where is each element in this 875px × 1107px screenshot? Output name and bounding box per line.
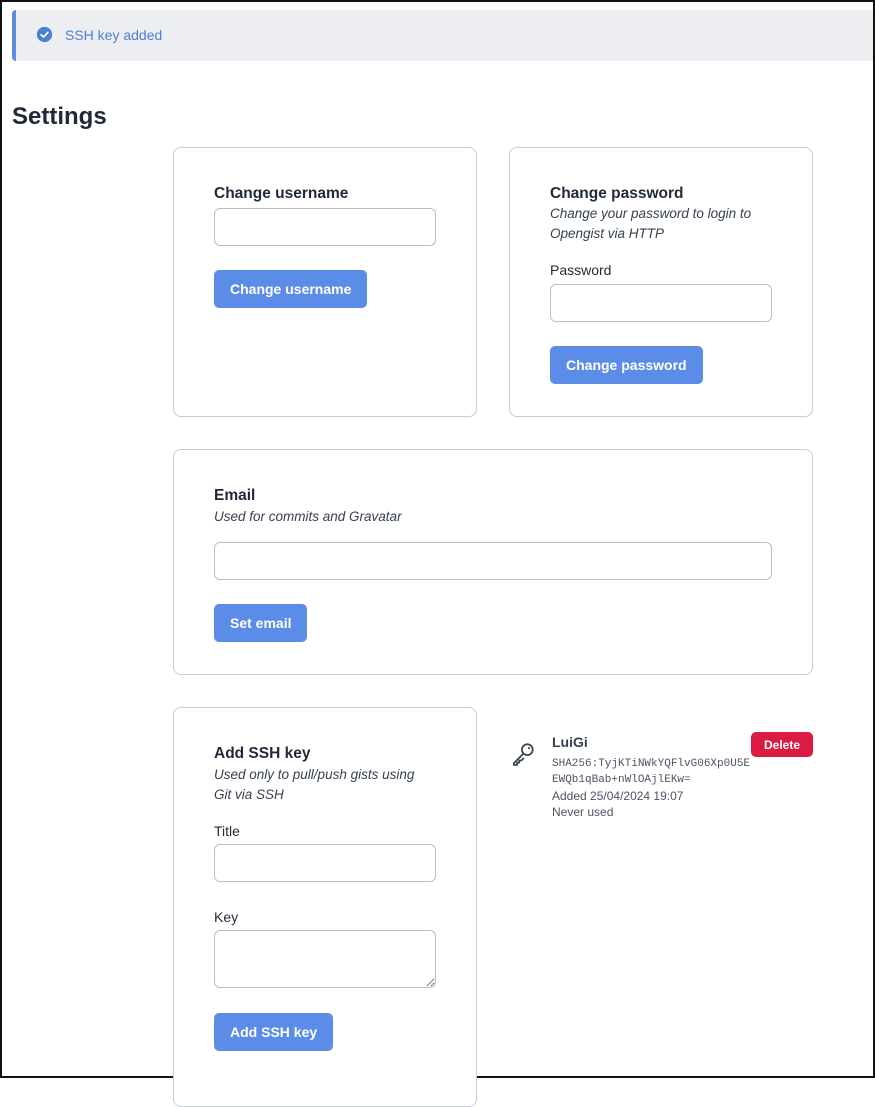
change-password-heading: Change password [550, 185, 684, 202]
ssh-title-label: Title [214, 823, 240, 839]
add-ssh-key-heading: Add SSH key [214, 745, 311, 762]
ssh-key-textarea[interactable] [214, 930, 436, 988]
ssh-key-fingerprint: SHA256:TyjKTiNWkYQFlvG06Xp0U5EEWQb1qBab+… [552, 758, 751, 786]
email-input[interactable] [214, 542, 772, 580]
add-ssh-key-description: Used only to pull/push gists using Git v… [214, 767, 415, 802]
email-card: Email Used for commits and Gravatar Set … [173, 449, 813, 675]
key-icon [512, 743, 534, 766]
ssh-key-title: LuiGi [552, 734, 588, 750]
ssh-key-label: Key [214, 909, 239, 925]
flash-message-text: SSH key added [65, 27, 163, 43]
page-title: Settings [12, 103, 107, 130]
password-label: Password [550, 262, 612, 278]
ssh-key-last-used: Never used [552, 805, 614, 819]
change-password-button[interactable]: Change password [550, 346, 703, 384]
flash-message: SSH key added [12, 10, 873, 61]
change-username-heading: Change username [214, 185, 349, 202]
ssh-key-item: LuiGi SHA256:TyjKTiNWkYQFlvG06Xp0U5EEWQb… [508, 731, 818, 831]
email-description: Used for commits and Gravatar [214, 509, 402, 524]
change-password-card: Change password Change your password to … [509, 147, 813, 417]
email-heading: Email [214, 487, 256, 504]
add-ssh-key-card: Add SSH key Used only to pull/push gists… [173, 707, 477, 1107]
ssh-title-input[interactable] [214, 844, 436, 882]
ssh-key-added-date: Added 25/04/2024 19:07 [552, 789, 684, 803]
change-password-description: Change your password to login to Opengis… [550, 206, 752, 241]
username-input[interactable] [214, 208, 436, 246]
set-email-button[interactable]: Set email [214, 604, 308, 642]
password-input[interactable] [550, 284, 772, 322]
change-username-card: Change username Change username [173, 147, 477, 417]
add-ssh-key-button[interactable]: Add SSH key [214, 1013, 334, 1051]
delete-ssh-key-button[interactable]: Delete [751, 732, 813, 757]
check-circle-icon [36, 26, 53, 43]
change-username-button[interactable]: Change username [214, 270, 368, 308]
